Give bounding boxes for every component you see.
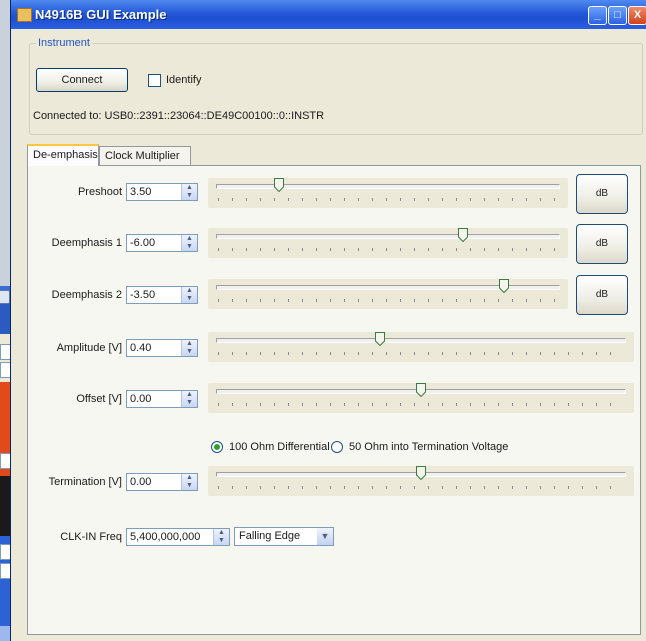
- slider-thumb-icon[interactable]: [457, 228, 468, 242]
- close-button[interactable]: X: [628, 6, 646, 25]
- clkin-numeric[interactable]: 5,400,000,000 ▲ ▼: [126, 528, 230, 546]
- preshoot-value: 3.50: [130, 186, 152, 198]
- offset-numeric[interactable]: 0.00 ▲ ▼: [126, 390, 198, 408]
- spinner-icon[interactable]: ▲ ▼: [181, 474, 197, 490]
- spinner-icon[interactable]: ▲ ▼: [181, 340, 197, 356]
- radio-100-ohm-differential[interactable]: [211, 441, 223, 453]
- deemphasis1-slider[interactable]: [208, 228, 568, 258]
- tab-de-emphasis[interactable]: De-emphasis: [27, 144, 99, 166]
- preshoot-numeric[interactable]: 3.50 ▲ ▼: [126, 183, 198, 201]
- slider-ticks: [218, 352, 624, 355]
- slider-ticks: [218, 403, 624, 406]
- slider-ticks: [218, 299, 558, 302]
- spinner-icon[interactable]: ▲ ▼: [213, 529, 229, 545]
- amplitude-numeric[interactable]: 0.40 ▲ ▼: [126, 339, 198, 357]
- termination-slider[interactable]: [208, 466, 634, 496]
- instrument-group-label: Instrument: [36, 37, 92, 49]
- deemphasis2-value: -3.50: [130, 289, 156, 301]
- edge-select[interactable]: Falling Edge ▼: [234, 527, 334, 546]
- slider-thumb-icon[interactable]: [498, 279, 509, 293]
- identify-label: Identify: [166, 74, 202, 86]
- offset-slider[interactable]: [208, 383, 634, 413]
- preshoot-label: Preshoot: [77, 186, 122, 198]
- amplitude-value: 0.40: [130, 342, 152, 354]
- deemphasis2-numeric[interactable]: -3.50 ▲ ▼: [126, 286, 198, 304]
- slider-track: [216, 338, 626, 343]
- radio-50-ohm-label: 50 Ohm into Termination Voltage: [349, 441, 509, 453]
- spinner-icon[interactable]: ▲ ▼: [181, 391, 197, 407]
- clkin-label: CLK-IN Freq: [60, 531, 122, 543]
- offset-label: Offset [V]: [76, 393, 122, 405]
- deemphasis1-value: -6.00: [130, 237, 156, 249]
- clkin-value: 5,400,000,000: [130, 531, 201, 543]
- deemphasis1-label: Deemphasis 1: [51, 237, 122, 249]
- deemphasis2-db-button[interactable]: dB: [576, 275, 628, 315]
- preshoot-db-button[interactable]: dB: [576, 174, 628, 214]
- radio-100-ohm-label: 100 Ohm Differential: [229, 441, 330, 453]
- radio-50-ohm-termination[interactable]: [331, 441, 343, 453]
- connection-status: Connected to: USB0::2391::23064::DE49C00…: [33, 110, 325, 122]
- spinner-icon[interactable]: ▲ ▼: [181, 287, 197, 303]
- window-title: N4916B GUI Example: [35, 7, 167, 22]
- main-window: N4916B GUI Example _ □ X Instrument Conn…: [10, 0, 646, 641]
- edge-select-value: Falling Edge: [239, 530, 301, 542]
- tab-clock-multiplier[interactable]: Clock Multiplier: [99, 146, 191, 165]
- spinner-icon[interactable]: ▲ ▼: [181, 184, 197, 200]
- title-bar: N4916B GUI Example _ □ X: [11, 0, 646, 29]
- deemphasis1-numeric[interactable]: -6.00 ▲ ▼: [126, 234, 198, 252]
- slider-thumb-icon[interactable]: [416, 466, 426, 480]
- slider-ticks: [218, 248, 558, 251]
- connect-button[interactable]: Connect: [36, 68, 128, 92]
- deemphasis2-slider[interactable]: [208, 279, 568, 309]
- slider-thumb-icon[interactable]: [416, 383, 426, 397]
- slider-thumb-icon[interactable]: [274, 178, 285, 192]
- slider-ticks: [218, 486, 624, 489]
- slider-ticks: [218, 198, 558, 201]
- offset-value: 0.00: [130, 393, 152, 405]
- chevron-down-icon[interactable]: ▼: [317, 528, 333, 545]
- termination-label: Termination [V]: [48, 476, 122, 488]
- slider-track: [216, 234, 560, 239]
- amplitude-slider[interactable]: [208, 332, 634, 362]
- deemphasis1-db-button[interactable]: dB: [576, 224, 628, 264]
- spinner-icon[interactable]: ▲ ▼: [181, 235, 197, 251]
- slider-thumb-icon[interactable]: [375, 332, 386, 346]
- instrument-group: Instrument Connect Identify Connected to…: [29, 37, 643, 135]
- identify-checkbox[interactable]: [148, 74, 161, 87]
- background-window-button[interactable]: [0, 290, 10, 304]
- maximize-button[interactable]: □: [608, 6, 627, 25]
- preshoot-slider[interactable]: [208, 178, 568, 208]
- minimize-button[interactable]: _: [588, 6, 607, 25]
- termination-value: 0.00: [130, 476, 152, 488]
- deemphasis2-label: Deemphasis 2: [51, 289, 122, 301]
- app-icon: [17, 8, 32, 22]
- de-emphasis-panel: Preshoot 3.50 ▲ ▼ dB Deemphasis 1 -6.00 ▲…: [27, 165, 641, 635]
- slider-track: [216, 184, 560, 189]
- termination-numeric[interactable]: 0.00 ▲ ▼: [126, 473, 198, 491]
- amplitude-label: Amplitude [V]: [56, 342, 122, 354]
